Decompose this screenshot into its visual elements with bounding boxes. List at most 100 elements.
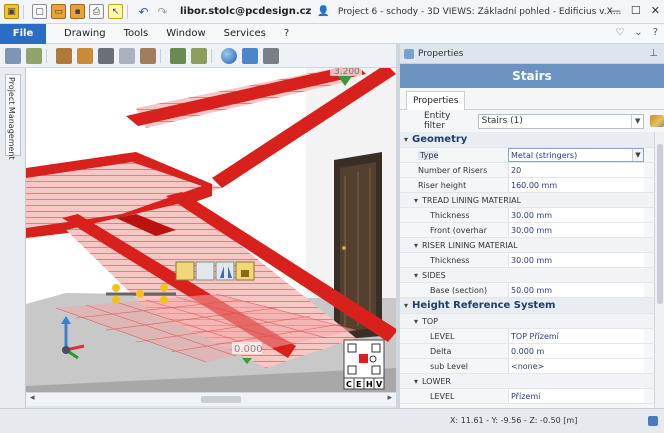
category-label: Height Reference System (412, 300, 556, 311)
properties-panel-header: Properties ⊥ (400, 44, 664, 64)
entity-filter-row: Entity filter Stairs (1) ▼ (400, 110, 664, 132)
scroll-thumb[interactable] (657, 144, 663, 304)
chevron-down-icon[interactable]: ▼ (631, 114, 643, 128)
property-value-field[interactable]: 30.00 mm (508, 208, 644, 222)
property-value: 50.00 mm (511, 285, 553, 295)
chevron-down-icon[interactable]: ▼ (632, 149, 643, 161)
properties-tabs: Properties (400, 88, 664, 110)
material-icon[interactable] (77, 47, 93, 64)
subcategory-label: TREAD LINING MATERIAL (422, 195, 522, 205)
scroll-right-icon[interactable]: ▸ (387, 393, 392, 403)
project-management-tab[interactable]: Project Management (5, 74, 21, 160)
section-box-icon[interactable] (119, 47, 135, 64)
scroll-thumb[interactable] (201, 396, 241, 403)
new-file-icon[interactable]: ▢ (32, 4, 47, 19)
collapse-icon[interactable]: ▾ (410, 196, 422, 205)
snap-icon[interactable] (242, 47, 258, 64)
property-row: Riser height 160.00 mm (400, 178, 662, 193)
share-icon[interactable] (263, 47, 279, 64)
property-value-field[interactable]: Metal (stringers) ▼ (508, 148, 644, 162)
subcategory-row[interactable]: ▾ RISER LINING MATERIAL (400, 238, 662, 253)
entity-filter-label: Entity filter (424, 111, 451, 131)
heart-icon[interactable]: ♡ (615, 27, 624, 38)
category-row[interactable]: ▾ Geometry (400, 132, 662, 148)
3d-viewport[interactable]: 3.200 0.000 C E H V (26, 68, 396, 392)
pin-icon[interactable]: ⊥ (649, 48, 658, 59)
properties-vertical-scrollbar[interactable] (654, 132, 664, 408)
view-cube-buttons: C E H V (343, 377, 385, 390)
title-bar: ▣ ▢ ▭ ▪ ⎙ ↖ ↶ ↷ libor.stolc@pcdesign.cz … (0, 0, 664, 24)
filter-icon[interactable] (650, 115, 664, 127)
print-icon[interactable]: ⎙ (89, 4, 104, 19)
menu-services[interactable]: Services (224, 28, 266, 39)
property-label: Riser height (418, 180, 467, 190)
property-row: Thickness 30.00 mm (400, 208, 662, 223)
property-label: Thickness (430, 210, 470, 220)
menu-help[interactable]: ? (284, 28, 289, 39)
tool-icon[interactable] (98, 47, 114, 64)
property-value-field[interactable]: TOP Přízemí (508, 329, 644, 343)
category-label: Geometry (412, 134, 468, 145)
property-row: Type Metal (stringers) ▼ (400, 148, 662, 163)
property-value-field[interactable]: 0.000 m (508, 344, 644, 358)
collapse-icon[interactable]: ▾ (400, 301, 412, 310)
property-value-field[interactable]: 30.00 mm (508, 253, 644, 267)
open-folder-icon[interactable]: ▭ (51, 4, 66, 19)
menu-window[interactable]: Window (166, 28, 205, 39)
save-icon[interactable]: ▪ (70, 4, 85, 19)
maximize-icon[interactable]: ☐ (631, 4, 641, 17)
property-value-field[interactable]: Přízemí (508, 389, 644, 403)
property-value-field[interactable]: 160.00 mm (508, 178, 644, 192)
entity-filter-select[interactable]: Stairs (1) ▼ (477, 113, 645, 129)
sphere-icon[interactable] (221, 47, 237, 64)
subcategory-row[interactable]: ▾ LOWER (400, 374, 662, 389)
view-cube[interactable] (343, 339, 385, 379)
property-row: Front (overhar 30.00 mm (400, 223, 662, 238)
redo-icon[interactable]: ↷ (155, 4, 170, 19)
project-management-label: Project Management (7, 77, 16, 160)
layers-icon[interactable] (5, 47, 21, 64)
subcategory-row[interactable]: ▾ SIDES (400, 268, 662, 283)
minimize-icon[interactable]: — (610, 4, 621, 17)
subcategory-row[interactable]: ▾ TOP (400, 314, 662, 329)
tab-properties[interactable]: Properties (406, 91, 466, 110)
viewport-horizontal-scrollbar[interactable]: ◂ ▸ (26, 392, 396, 406)
collapse-icon[interactable]: ▾ (410, 241, 422, 250)
grid-gizmo-icon[interactable] (195, 261, 215, 281)
viewport-canvas[interactable]: 3.200 0.000 C E H V (26, 68, 396, 392)
user-icon[interactable]: 👤 (317, 6, 329, 17)
subcategory-row[interactable]: ▾ TREAD LINING MATERIAL (400, 193, 662, 208)
property-value: TOP Přízemí (511, 331, 559, 341)
move-gizmo-icon[interactable] (175, 261, 195, 281)
subcategory-label: TOP (422, 316, 439, 326)
walk-icon[interactable] (170, 47, 186, 64)
undo-icon[interactable]: ↶ (136, 4, 151, 19)
menu-tools[interactable]: Tools (124, 28, 149, 39)
select-cursor-icon[interactable]: ↖ (108, 4, 123, 19)
collapse-icon[interactable]: ▾ (410, 317, 422, 326)
scroll-left-icon[interactable]: ◂ (30, 393, 35, 403)
properties-icon (404, 48, 414, 59)
separator (160, 48, 161, 63)
view-cube-h-label: H (366, 380, 373, 389)
user-account[interactable]: libor.stolc@pcdesign.cz (180, 6, 311, 17)
navigate-icon[interactable] (191, 47, 207, 64)
help-icon[interactable]: ? (653, 27, 658, 38)
chevron-down-icon[interactable]: ⌄ (634, 27, 642, 38)
collapse-icon[interactable]: ▾ (400, 135, 412, 144)
file-menu-button[interactable]: File (0, 23, 46, 44)
collapse-icon[interactable]: ▾ (410, 377, 422, 386)
property-value: 30.00 mm (511, 255, 553, 265)
clip-icon[interactable] (140, 47, 156, 64)
category-row[interactable]: ▾ Height Reference System (400, 298, 662, 314)
property-value-field[interactable]: 20 (508, 163, 644, 177)
render-icon[interactable] (56, 47, 72, 64)
collapse-icon[interactable]: ▾ (410, 271, 422, 280)
property-value-field[interactable]: 30.00 mm (508, 223, 644, 237)
property-value-field[interactable]: <none> (508, 359, 644, 373)
property-value-field[interactable]: 50.00 mm (508, 283, 644, 297)
left-sidebar: Project Management (0, 68, 26, 408)
menu-drawing[interactable]: Drawing (64, 28, 106, 39)
close-icon[interactable]: ✕ (651, 4, 660, 17)
structure-icon[interactable] (26, 47, 42, 64)
